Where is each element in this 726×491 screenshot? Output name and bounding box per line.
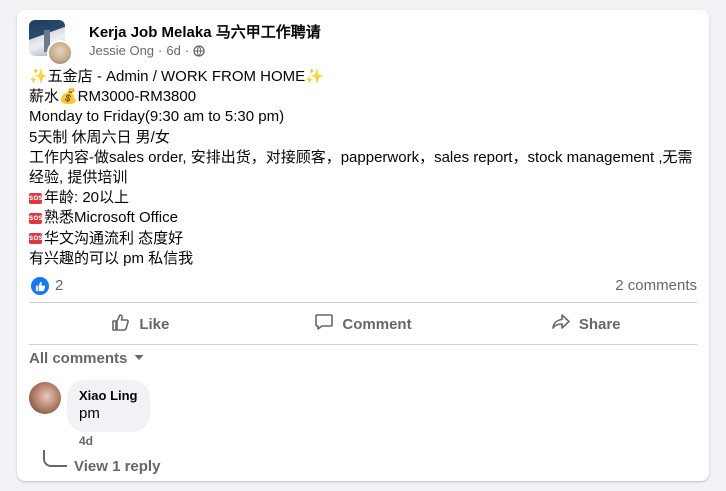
post-line: ✨五金店 - Admin / WORK FROM HOME✨ [29,68,324,85]
share-label: Share [578,315,621,333]
reaction-count[interactable]: 2 [55,277,63,294]
share-button[interactable]: Share [474,304,697,344]
comment-filter-label: All comments [29,350,128,367]
comment-filter[interactable]: All comments [29,350,145,367]
meta-separator: · [184,43,190,58]
commenter-avatar[interactable] [29,382,61,414]
post-line-text: 华文沟通流利 态度好 [44,229,184,247]
post-line: 5天制 休周六日 男/女 [29,128,170,146]
comment-author[interactable]: Xiao Ling [79,388,138,404]
action-bar: Like Comment Share [29,304,697,344]
comment-count[interactable]: 2 comments [615,277,697,294]
comment-label: Comment [342,315,412,333]
share-icon [551,312,571,336]
post-line-text: 熟悉Microsoft Office [44,209,178,227]
post-line-text: 年龄: 20以上 [44,189,130,207]
divider [29,302,697,303]
comment-bubble: Xiao Ling pm [67,380,150,432]
divider [29,344,697,345]
post-card: Kerja Job Melaka 马六甲工作聘请 Jessie Ong · 6d… [17,10,709,481]
post-line: 薪水💰RM3000-RM3800 [29,88,197,106]
post-header: Kerja Job Melaka 马六甲工作聘请 Jessie Ong · 6d… [29,20,689,66]
post-line-sos: SOS熟悉Microsoft Office [29,208,697,228]
post-body: ✨五金店 - Admin / WORK FROM HOME✨ 薪水💰RM3000… [29,67,697,269]
comment-text: pm [79,405,100,422]
reply-connector [43,450,67,467]
post-line: 有兴趣的可以 pm 私信我 [29,249,194,267]
reactions-bar: 2 2 comments [29,275,697,297]
comment-icon [314,312,334,336]
sos-icon: SOS [29,212,43,224]
meta-separator: · [158,43,163,58]
view-replies-link[interactable]: View 1 reply [74,458,160,475]
like-label: Like [139,315,170,333]
thumbs-up-icon[interactable] [31,277,49,295]
post-time[interactable]: 6d [166,43,180,58]
post-line: 工作内容-做sales order, 安排出货，对接顾客，papperwork，… [29,148,693,187]
sos-icon: SOS [29,233,43,245]
caret-down-icon [133,350,145,367]
globe-icon[interactable] [193,44,205,57]
author-name[interactable]: Jessie Ong [89,43,154,58]
post-line: Monday to Friday(9:30 am to 5:30 pm) [29,108,285,126]
comment-time[interactable]: 4d [79,434,93,448]
post-meta: Jessie Ong · 6d · [89,43,205,58]
sos-icon: SOS [29,192,43,204]
like-button[interactable]: Like [29,304,252,344]
post-line-sos: SOS华文沟通流利 态度好 [29,229,697,249]
author-avatar[interactable] [47,40,73,66]
comment-button[interactable]: Comment [252,304,475,344]
post-line-sos: SOS年龄: 20以上 [29,188,697,208]
group-name[interactable]: Kerja Job Melaka 马六甲工作聘请 [89,21,321,42]
like-icon [111,312,131,336]
